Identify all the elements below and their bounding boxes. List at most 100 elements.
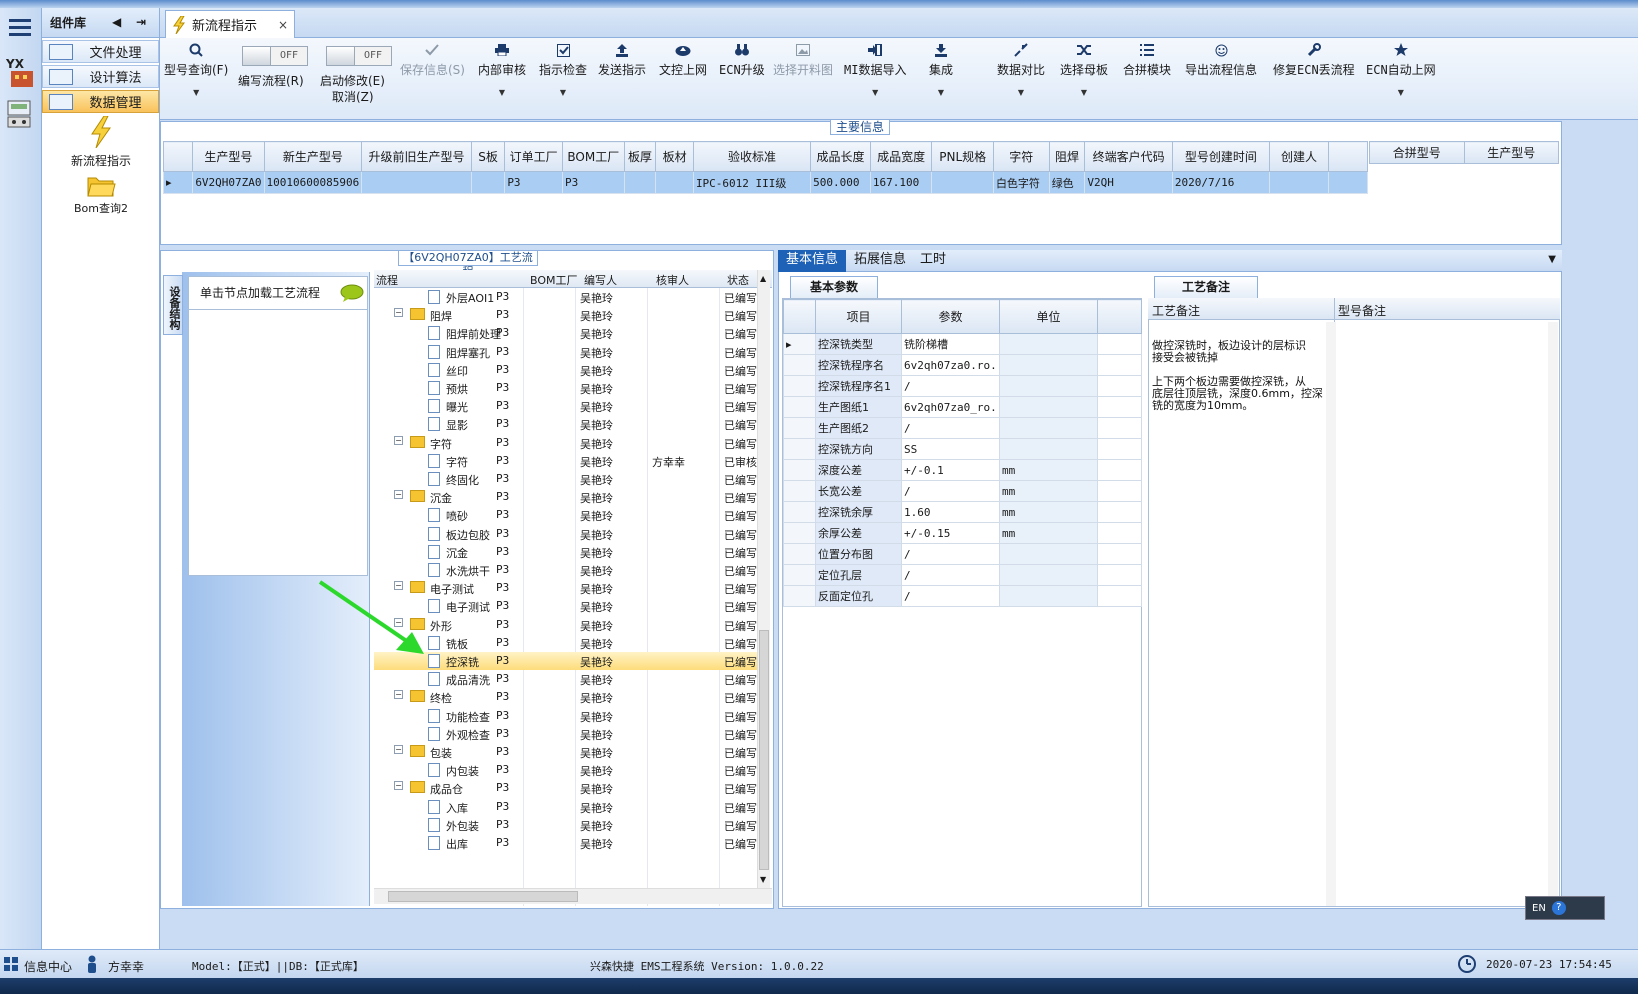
table-cell[interactable]	[470, 171, 506, 194]
ime-language[interactable]: EN	[1532, 903, 1546, 914]
param-value[interactable]: /	[901, 585, 1000, 607]
table-cell[interactable]: P3	[561, 171, 625, 194]
column-header[interactable]: 型号创建时间	[1171, 141, 1270, 172]
table-cell[interactable]: 6V2QH07ZA0	[192, 171, 265, 194]
calculator-icon[interactable]	[4, 96, 36, 132]
indicate-check-button[interactable]: 指示检查 ▼	[539, 42, 587, 97]
param-value[interactable]: +/-0.1	[901, 459, 1000, 481]
column-header[interactable]: 型号备注	[1338, 302, 1386, 319]
table-cell[interactable]: IPC-6012 III级	[692, 171, 812, 194]
param-row[interactable]: 位置分布图 /	[783, 543, 1142, 565]
save-info-button[interactable]: 保存信息(S)	[400, 42, 465, 78]
param-value[interactable]: 6v2qh07za0.ro...	[901, 354, 1000, 376]
collapse-left-icon[interactable]: ◀	[112, 15, 121, 29]
chevron-down-icon[interactable]: ▼	[929, 88, 953, 97]
column-header[interactable]: 新生产型号	[263, 141, 363, 172]
table-cell[interactable]: 10010600085906	[263, 171, 363, 194]
param-value[interactable]: 6v2qh07za0_ro...	[901, 396, 1000, 418]
param-row[interactable]: 定位孔层 /	[783, 564, 1142, 586]
pin-right-icon[interactable]: ⇥	[136, 15, 146, 29]
chevron-down-icon[interactable]: ▼	[997, 88, 1045, 97]
param-value[interactable]: /	[901, 375, 1000, 397]
tree-row[interactable]: 板边包胶 P3 吴艳玲 已编写	[374, 525, 757, 543]
expander-icon[interactable]: −	[394, 781, 403, 791]
write-flow-toggle[interactable]: OFF	[242, 46, 308, 66]
column-header[interactable]: S板	[470, 141, 506, 172]
column-header[interactable]: 生产型号	[1463, 141, 1559, 164]
tree-row[interactable]: 阻焊塞孔 P3 吴艳玲 已编写	[374, 343, 757, 361]
table-cell[interactable]	[931, 171, 994, 194]
chevron-down-icon[interactable]: ▼	[1548, 254, 1556, 265]
param-row[interactable]: 反面定位孔 /	[783, 585, 1142, 607]
speech-bubble-icon[interactable]	[340, 284, 364, 302]
table-cell[interactable]	[655, 171, 694, 194]
table-cell[interactable]: P3	[504, 171, 563, 194]
tree-row[interactable]: 曝光 P3 吴艳玲 已编写	[374, 397, 757, 415]
horizontal-scrollbar[interactable]	[374, 888, 772, 904]
param-value[interactable]: +/-0.15	[901, 522, 1000, 544]
tree-row[interactable]: 显影 P3 吴艳玲 已编写	[374, 415, 757, 433]
tree-row[interactable]: 字符 P3 吴艳玲 方幸幸 已审核	[374, 452, 757, 470]
tree-row[interactable]: − 成品仓 P3 吴艳玲 已编写	[374, 779, 757, 797]
column-header[interactable]: 项目	[815, 299, 902, 334]
tree-row[interactable]: 丝印 P3 吴艳玲 已编写	[374, 361, 757, 379]
menu-item-data-management[interactable]: 数据管理	[42, 90, 159, 113]
chevron-down-icon[interactable]: ▼	[1366, 88, 1436, 97]
param-value[interactable]: /	[901, 543, 1000, 565]
chevron-down-icon[interactable]: ▼	[478, 88, 526, 97]
param-row[interactable]: 控深铣余厚 1.60 mm	[783, 501, 1142, 523]
tab-work-hours[interactable]: 工时	[912, 250, 954, 272]
internal-review-button[interactable]: 内部审核 ▼	[478, 42, 526, 97]
tree-row[interactable]: 内包装 P3 吴艳玲 已编写	[374, 761, 757, 779]
vertical-scrollbar[interactable]: ▲ ▼	[757, 270, 770, 888]
column-header[interactable]: 成品长度	[810, 141, 871, 172]
ime-widget[interactable]: EN ?	[1525, 896, 1605, 920]
column-header[interactable]: 字符	[992, 141, 1050, 172]
table-cell[interactable]: 167.100	[869, 171, 933, 194]
desk-icon-new-flow[interactable]: 新流程指示	[42, 116, 160, 169]
process-remark-text[interactable]: 做控深铣时，板边设计的层标识 接受会被铣掉 上下两个板边需要做控深铣，从 底层往…	[1152, 340, 1326, 412]
model-remarks-scrollbar[interactable]	[1548, 322, 1558, 906]
column-header[interactable]: 升级前旧生产型号	[361, 141, 472, 172]
info-center-button[interactable]: 信息中心	[24, 958, 72, 975]
param-row[interactable]: ▸ 控深铣类型 铣阶梯槽	[783, 333, 1142, 355]
tab-process-remarks[interactable]: 工艺备注	[1154, 276, 1258, 298]
column-header[interactable]: 单位	[999, 299, 1098, 334]
column-header[interactable]: 流程	[376, 272, 398, 288]
file-upload-button[interactable]: 文控上网	[659, 42, 707, 78]
param-row[interactable]: 生产图纸2/	[783, 417, 1142, 439]
tree-row[interactable]: 外包装 P3 吴艳玲 已编写	[374, 816, 757, 834]
param-row[interactable]: 控深铣方向 SS	[783, 438, 1142, 460]
tree-row[interactable]: 入库 P3 吴艳玲 已编写	[374, 798, 757, 816]
tree-row[interactable]: 沉金 P3 吴艳玲 已编写	[374, 543, 757, 561]
table-cell[interactable]	[361, 171, 472, 194]
mi-import-button[interactable]: MI数据导入 ▼	[844, 42, 906, 97]
column-header[interactable]: 状态	[727, 272, 749, 288]
param-row[interactable]: 长宽公差 / mm	[783, 480, 1142, 502]
column-header[interactable]: 参数	[901, 299, 1000, 334]
column-header[interactable]: 合拼型号	[1369, 141, 1465, 164]
tree-row[interactable]: 成品清洗 P3 吴艳玲 已编写	[374, 670, 757, 688]
tree-row[interactable]: 控深铣 P3 吴艳玲 已编写	[374, 652, 757, 670]
send-indicate-button[interactable]: 发送指示	[598, 42, 646, 78]
tree-row[interactable]: − 终检 P3 吴艳玲 已编写	[374, 688, 757, 706]
tab-new-flow-indication[interactable]: 新流程指示 ×	[165, 10, 295, 38]
chevron-down-icon[interactable]: ▼	[539, 88, 587, 97]
app-logo-icon[interactable]: YX	[4, 52, 36, 92]
data-compare-button[interactable]: 数据对比 ▼	[997, 42, 1045, 97]
column-header[interactable]: 订单工厂	[504, 141, 563, 172]
menu-item-design-algorithm[interactable]: 设计算法	[42, 65, 159, 88]
tab-basic-info[interactable]: 基本信息	[778, 250, 847, 272]
tree-row[interactable]: 预烘 P3 吴艳玲 已编写	[374, 379, 757, 397]
table-cell[interactable]: V2QH	[1084, 171, 1173, 194]
param-value[interactable]: 铣阶梯槽	[901, 333, 1000, 355]
expander-icon[interactable]: −	[394, 308, 403, 318]
expander-icon[interactable]: −	[394, 435, 403, 445]
fix-ecn-button[interactable]: 修复ECN丢流程	[1273, 42, 1355, 78]
panel-module-button[interactable]: 合拼模块	[1123, 42, 1171, 78]
column-header[interactable]: 验收标准	[692, 141, 812, 172]
tree-row[interactable]: 外观检查 P3 吴艳玲 已编写	[374, 725, 757, 743]
close-icon[interactable]: ×	[278, 18, 288, 32]
tree-row[interactable]: 阻焊前处理 P3 吴艳玲 已编写	[374, 324, 757, 342]
start-modify-toggle[interactable]: OFF	[326, 46, 392, 66]
